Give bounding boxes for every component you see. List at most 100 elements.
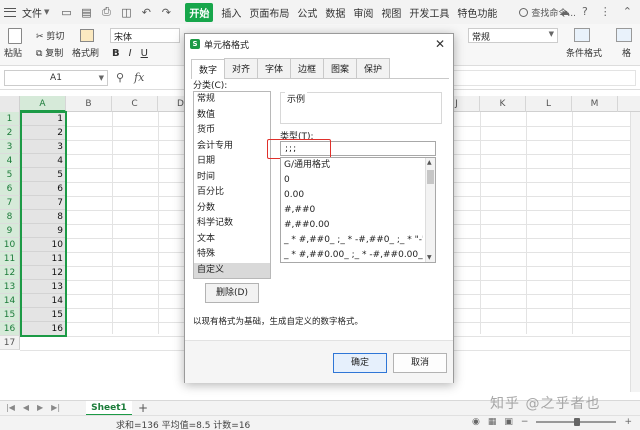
category-item[interactable]: 科学记数 <box>194 216 270 232</box>
column-header-l[interactable]: L <box>526 96 572 112</box>
column-header-c[interactable]: C <box>112 96 158 112</box>
row-header-17[interactable]: 17 <box>0 336 20 350</box>
italic-button[interactable]: I <box>129 48 132 59</box>
cell-a6[interactable]: 6 <box>20 182 66 196</box>
row-header-14[interactable]: 14 <box>0 294 20 308</box>
row-header-3[interactable]: 3 <box>0 140 20 154</box>
zoom-slider-thumb[interactable] <box>574 418 581 426</box>
column-header-a[interactable]: A <box>20 96 66 112</box>
tab-review[interactable]: 审阅 <box>353 5 373 20</box>
conditional-format-icon[interactable] <box>574 28 590 42</box>
bold-button[interactable]: B <box>112 48 120 59</box>
tab-protection[interactable]: 保护 <box>356 58 390 78</box>
tab-home[interactable]: 开始 <box>185 2 214 22</box>
tab-font[interactable]: 字体 <box>257 58 291 78</box>
first-sheet-icon[interactable]: |◀ <box>6 403 15 412</box>
open-icon[interactable]: ▭ <box>59 5 73 19</box>
category-item[interactable]: 常规 <box>194 92 270 108</box>
redo-icon[interactable]: ↷ <box>159 5 173 19</box>
number-format-select[interactable]: 常规 ▼ <box>468 28 558 43</box>
close-icon[interactable]: ✕ <box>435 37 445 51</box>
cell-a7[interactable]: 7 <box>20 196 66 210</box>
category-item[interactable]: 日期 <box>194 154 270 170</box>
type-list-item[interactable]: 0 <box>281 173 423 188</box>
ok-button[interactable]: 确定 <box>333 353 387 373</box>
row-header-4[interactable]: 4 <box>0 154 20 168</box>
insert-function-icon[interactable]: fx <box>134 71 144 84</box>
tab-border[interactable]: 边框 <box>290 58 324 78</box>
row-header-10[interactable]: 10 <box>0 238 20 252</box>
cancel-button[interactable]: 取消 <box>393 353 447 373</box>
file-menu[interactable]: 文件 <box>22 5 42 20</box>
cell-a12[interactable]: 12 <box>20 266 66 280</box>
eye-icon[interactable]: ◉ <box>472 417 480 427</box>
more-icon[interactable]: ⋮ <box>600 5 611 18</box>
normal-view-icon[interactable]: ▦ <box>488 417 497 427</box>
font-name-select[interactable]: 宋体 <box>110 28 180 43</box>
type-list-item[interactable]: _ * #,##0.00_ ;_ * -#,##0.00_ ;_ * "-"??… <box>281 248 423 262</box>
zoom-icon[interactable]: ⚲ <box>116 71 124 84</box>
page-layout-icon[interactable]: ▣ <box>504 417 513 427</box>
cell-a9[interactable]: 9 <box>20 224 66 238</box>
row-header-2[interactable]: 2 <box>0 126 20 140</box>
format-painter-button[interactable]: 格式刷 <box>72 46 99 59</box>
type-list-scrollbar[interactable]: ▲ ▼ <box>425 158 435 262</box>
scroll-thumb[interactable] <box>427 170 434 184</box>
row-header-1[interactable]: 1 <box>0 112 20 126</box>
chevron-up-icon[interactable]: ⌃ <box>623 5 632 18</box>
type-list-item[interactable]: #,##0.00 <box>281 218 423 233</box>
cloud-icon[interactable]: ☁ <box>559 5 570 18</box>
last-sheet-icon[interactable]: ▶| <box>51 403 60 412</box>
category-item[interactable]: 文本 <box>194 232 270 248</box>
cell-a2[interactable]: 2 <box>20 126 66 140</box>
cell-style-button[interactable]: 格 <box>622 46 631 59</box>
category-item[interactable]: 货币 <box>194 123 270 139</box>
category-item[interactable]: 特殊 <box>194 247 270 263</box>
row-header-13[interactable]: 13 <box>0 280 20 294</box>
cell-a1[interactable]: 1 <box>20 112 66 126</box>
cut-button[interactable]: ✂ 剪切 <box>36 29 64 42</box>
type-list-item[interactable]: 0.00 <box>281 188 423 203</box>
column-header-m[interactable]: M <box>572 96 618 112</box>
print-preview-icon[interactable]: ◫ <box>119 5 133 19</box>
cell-a5[interactable]: 5 <box>20 168 66 182</box>
tab-number[interactable]: 数字 <box>191 59 225 79</box>
hamburger-icon[interactable] <box>4 7 16 17</box>
zoom-in-icon[interactable]: + <box>624 417 632 427</box>
row-header-5[interactable]: 5 <box>0 168 20 182</box>
scroll-up-icon[interactable]: ▲ <box>427 159 432 166</box>
tab-data[interactable]: 数据 <box>325 5 345 20</box>
row-header-6[interactable]: 6 <box>0 182 20 196</box>
format-painter-icon[interactable] <box>80 29 94 42</box>
help-icon[interactable]: ? <box>582 5 588 18</box>
row-header-9[interactable]: 9 <box>0 224 20 238</box>
column-header-k[interactable]: K <box>480 96 526 112</box>
prev-sheet-icon[interactable]: ◀ <box>23 403 29 412</box>
conditional-format-button[interactable]: 条件格式 <box>566 46 602 59</box>
row-header-12[interactable]: 12 <box>0 266 20 280</box>
category-item[interactable]: 数值 <box>194 108 270 124</box>
cell-a11[interactable]: 11 <box>20 252 66 266</box>
add-sheet-button[interactable]: + <box>138 401 148 415</box>
undo-icon[interactable]: ↶ <box>139 5 153 19</box>
paste-button[interactable]: 粘贴 <box>4 46 22 59</box>
tab-insert[interactable]: 插入 <box>221 5 241 20</box>
category-item[interactable]: 时间 <box>194 170 270 186</box>
zoom-slider[interactable] <box>536 418 617 426</box>
category-item[interactable]: 会计专用 <box>194 139 270 155</box>
category-item[interactable]: 分数 <box>194 201 270 217</box>
type-list-item[interactable]: #,##0 <box>281 203 423 218</box>
delete-button[interactable]: 删除(D) <box>205 283 259 303</box>
column-header-b[interactable]: B <box>66 96 112 112</box>
scroll-down-icon[interactable]: ▼ <box>427 254 432 261</box>
row-header-7[interactable]: 7 <box>0 196 20 210</box>
type-list-item[interactable]: G/通用格式 <box>281 158 423 173</box>
chevron-down-icon[interactable]: ▼ <box>44 8 49 16</box>
tab-view[interactable]: 视图 <box>381 5 401 20</box>
row-header-15[interactable]: 15 <box>0 308 20 322</box>
select-all-corner[interactable] <box>0 96 20 112</box>
cell-a15[interactable]: 15 <box>20 308 66 322</box>
tab-page-layout[interactable]: 页面布局 <box>249 5 289 20</box>
type-list[interactable]: G/通用格式 0 0.00 #,##0 #,##0.00 _ * #,##0_ … <box>280 157 436 263</box>
tab-formulas[interactable]: 公式 <box>297 5 317 20</box>
